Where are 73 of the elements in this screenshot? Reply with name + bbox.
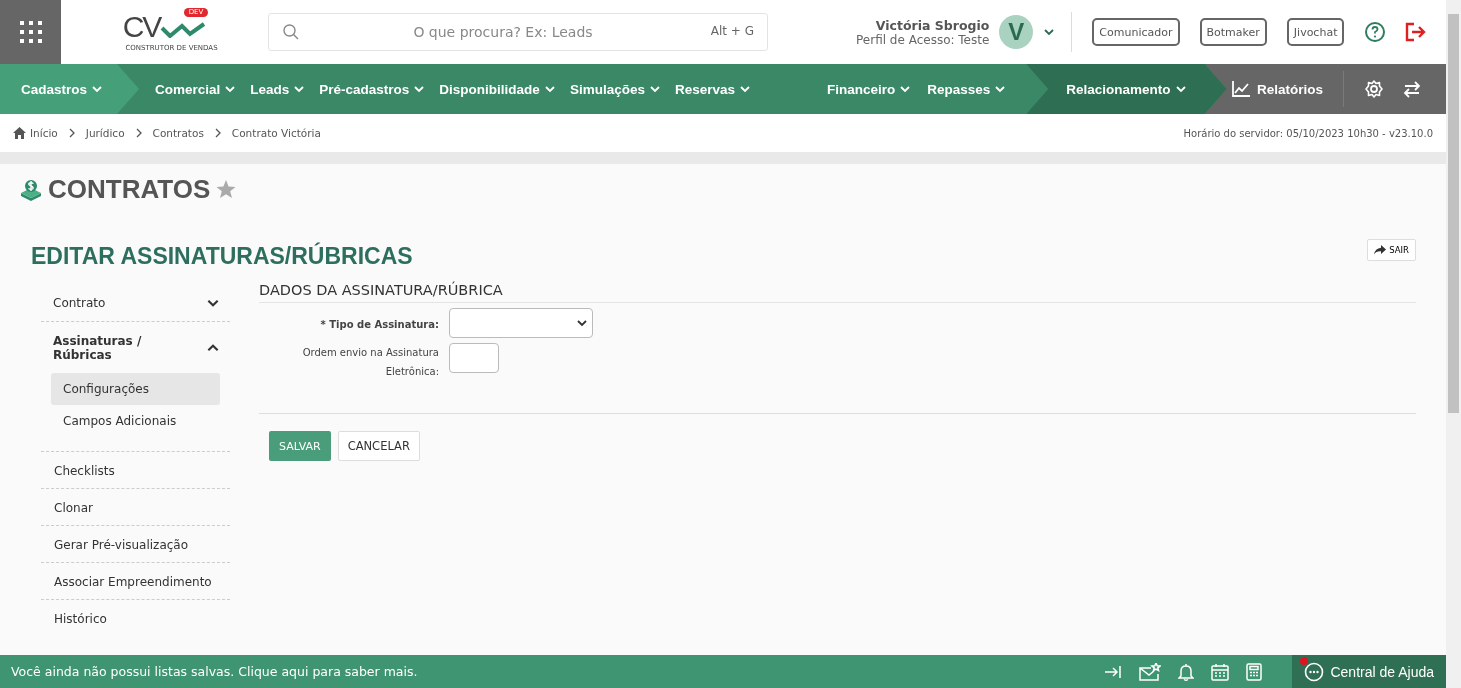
mail-star-icon[interactable] (1139, 662, 1162, 681)
chevron-down-icon (648, 83, 661, 95)
sidebar-item[interactable]: Gerar Pré-visualização (41, 526, 230, 562)
help-icon[interactable] (1364, 21, 1387, 43)
chevron-down-icon (739, 83, 751, 95)
breadcrumb-link[interactable]: Contratos (152, 127, 204, 139)
field-label: * Tipo de Assinatura: (319, 318, 439, 332)
form-heading: DADOS DA ASSINATURA/RÚBRICA (259, 282, 1416, 303)
nav-menu-item[interactable]: Leads (250, 81, 306, 97)
logo-text: CV (122, 12, 161, 42)
swap-arrows-icon[interactable] (1402, 79, 1422, 99)
bell-icon[interactable] (1178, 662, 1195, 681)
nav-menu-item[interactable]: Financeiro (827, 81, 912, 97)
sidebar-item[interactable]: Associar Empreendimento (41, 563, 230, 599)
chevron-down-icon (293, 83, 306, 95)
breadcrumb-link[interactable]: Início (13, 127, 58, 139)
nav-menu-item[interactable]: Repasses (927, 81, 1007, 97)
chevron-down-icon (413, 83, 426, 95)
settings-icon[interactable] (1364, 79, 1384, 99)
user-profile: Perfil de Acesso: Teste (856, 32, 990, 47)
breadcrumb-link[interactable]: Contrato Victória (231, 127, 321, 139)
sidebar-group-header[interactable]: Assinaturas / Rúbricas (41, 322, 230, 373)
calendar-icon[interactable] (1211, 662, 1230, 681)
section-title: EDITAR ASSINATURAS/RÚBRICAS (31, 243, 413, 270)
exit-button[interactable]: SAIR (1367, 238, 1416, 261)
calculator-icon[interactable] (1246, 662, 1263, 681)
number-field[interactable] (449, 343, 499, 373)
user-avatar[interactable]: V (999, 15, 1034, 49)
saved-lists-message[interactable]: Você ainda não possui listas salvas. Clique aqui para saber mais. (11, 664, 418, 679)
reports-link[interactable]: Relatórios (1230, 80, 1323, 98)
chevron-down-icon (543, 83, 556, 95)
nav-menu-item[interactable]: Relacionamento (1066, 81, 1187, 97)
sidebar-item[interactable]: Clonar (41, 489, 230, 525)
home-icon (13, 127, 26, 139)
server-time: Horário do servidor: 05/10/2023 10h30 - v23.10.0 (1183, 127, 1433, 139)
sidebar-item[interactable]: Histórico (41, 600, 230, 636)
integration-button[interactable]: Comunicador (1092, 18, 1180, 46)
field-label: Ordem envio na Assinatura Eletrônica: (301, 346, 439, 379)
integration-button[interactable]: Jivochat (1286, 18, 1345, 46)
apps-menu-button[interactable] (0, 0, 61, 64)
arrow-to-bar-icon[interactable] (1104, 663, 1123, 680)
chevron-down-icon[interactable] (1043, 26, 1056, 38)
sidebar-group-header[interactable]: Contrato (41, 284, 230, 321)
line-chart-icon (1230, 80, 1251, 98)
breadcrumb-link[interactable]: Jurídico (85, 127, 125, 139)
apps-grid-icon (18, 20, 43, 44)
share-arrow-icon (1374, 244, 1387, 255)
chevron-down-icon (994, 83, 1007, 95)
nav-menu-item[interactable]: Disponibilidade (439, 81, 556, 97)
cancel-button[interactable]: CANCELAR (337, 431, 420, 461)
chevron-down-icon (91, 83, 104, 95)
sidebar-subitem[interactable]: Campos Adicionais (51, 405, 220, 437)
nav-menu-item[interactable]: Reservas (674, 81, 751, 97)
star-icon[interactable] (216, 180, 237, 199)
scrollbar[interactable] (1446, 0, 1461, 688)
help-center-link[interactable]: Central de Ajuda (1292, 655, 1446, 688)
sidebar-item[interactable]: Checklists (41, 452, 230, 488)
chevron-down-icon (899, 83, 912, 95)
nav-menu-item[interactable]: Pré-cadastros (319, 81, 426, 97)
search-icon (282, 23, 300, 41)
select-field[interactable] (449, 308, 593, 338)
user-name: Victória Sbrogio (875, 17, 990, 33)
page-title: CONTRATOS (48, 174, 211, 205)
chat-bubble-icon (1304, 661, 1325, 682)
chevron-down-icon (224, 83, 237, 95)
shortcut-hint: Alt + G (710, 24, 754, 38)
chevron-down-icon (1174, 83, 1187, 95)
chevron-down-icon (576, 317, 588, 329)
sidebar-subitem[interactable]: Configurações (51, 373, 220, 405)
integration-button[interactable]: Botmaker (1199, 18, 1267, 46)
nav-menu-item[interactable]: Simulações (569, 81, 661, 97)
nav-menu-item[interactable]: Comercial (155, 81, 237, 97)
money-box-icon (20, 178, 42, 201)
